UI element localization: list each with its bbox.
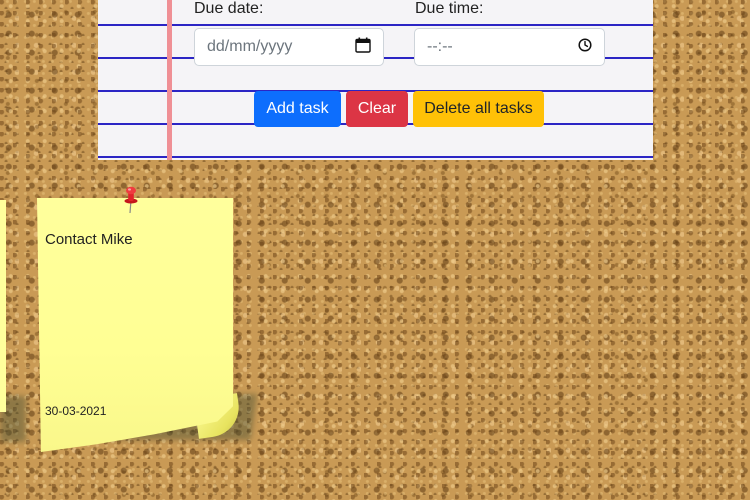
due-time-placeholder: --:--	[427, 38, 453, 55]
note-date: 30-03-2021	[45, 404, 107, 418]
note-title: Contact Mike	[45, 231, 133, 248]
due-time-label: Due time:	[415, 0, 484, 17]
pushpin-icon	[122, 186, 140, 214]
due-date-placeholder: dd/mm/yyyy	[207, 38, 293, 55]
delete-all-tasks-button[interactable]: Delete all tasks	[413, 91, 544, 127]
clock-icon[interactable]	[578, 37, 592, 57]
clear-button[interactable]: Clear	[346, 91, 408, 127]
due-date-input[interactable]: dd/mm/yyyy	[194, 28, 384, 66]
add-task-button[interactable]: Add task	[254, 91, 341, 127]
notebook-margin-line	[167, 0, 172, 160]
calendar-icon[interactable]	[355, 37, 371, 58]
task-form-panel: Due date: dd/mm/yyyy Due time: --:-- Add…	[98, 0, 653, 160]
sticky-note-partial	[0, 200, 6, 412]
due-date-label: Due date:	[194, 0, 264, 17]
due-time-input[interactable]: --:--	[414, 28, 605, 66]
